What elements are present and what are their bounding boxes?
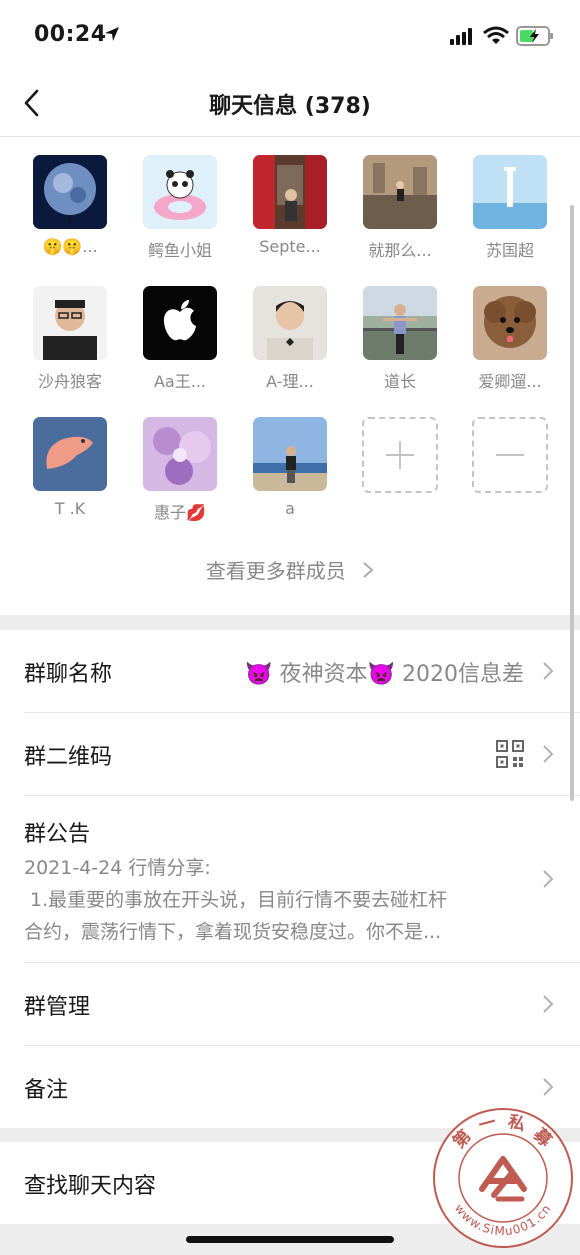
member-name: 鳄鱼小姐 [147, 241, 212, 260]
avatar [473, 286, 547, 360]
qrcode-label: 群二维码 [24, 745, 113, 770]
member-item[interactable]: 鳄鱼小姐 [135, 155, 225, 261]
member-name: 沙舟狼客 [37, 372, 102, 391]
group-manage-label: 群管理 [24, 995, 91, 1020]
announcement-text: 2021-4-24 行情分享: 1.最重要的事放在开头说，目前行情不要去碰杠杆 … [24, 852, 528, 948]
avatar [143, 286, 217, 360]
member-name: a [285, 499, 295, 518]
member-name: Aa王... [153, 372, 206, 391]
group-name-label: 群聊名称 [24, 662, 113, 687]
avatar [253, 155, 327, 229]
location-arrow-icon [105, 27, 119, 41]
member-item[interactable]: 爱卿遛... [465, 286, 555, 392]
avatar [253, 286, 327, 360]
member-name: Septe... [259, 237, 321, 256]
add-member-button[interactable] [355, 417, 445, 493]
avatar [143, 417, 217, 491]
member-name: 🤫🤫... [42, 237, 98, 256]
battery-charging-icon [516, 26, 553, 46]
member-item[interactable]: T .K [25, 417, 115, 518]
group-manage-row[interactable]: 群管理 [0, 963, 580, 1045]
watermark-seal: 第 一 私 募 www.SiMu001.cn [433, 1108, 573, 1248]
member-name: A-理... [266, 372, 314, 391]
member-item[interactable]: 道长 [355, 286, 445, 392]
member-item[interactable]: 惠子💋 [135, 417, 225, 523]
status-bar: 00:24 [0, 0, 580, 70]
member-item[interactable]: A-理... [245, 286, 335, 392]
qrcode-row[interactable]: 群二维码 [0, 713, 580, 795]
chevron-right-icon [543, 995, 554, 1013]
chevron-right-icon [543, 662, 554, 680]
announcement-line: 1.最重要的事放在开头说，目前行情不要去碰杠杆 [24, 889, 448, 911]
member-name: T .K [54, 499, 86, 518]
status-time: 00:24 [34, 22, 107, 47]
member-item[interactable]: 苏国超 [465, 155, 555, 261]
avatar [473, 155, 547, 229]
member-name: 道长 [383, 372, 416, 391]
avatar [363, 286, 437, 360]
announcement-row[interactable]: 群公告 2021-4-24 行情分享: 1.最重要的事放在开头说，目前行情不要去… [0, 796, 580, 961]
member-name: 爱卿遛... [478, 372, 542, 391]
member-item[interactable]: 🤫🤫... [25, 155, 115, 256]
announcement-line: 2021-4-24 行情分享: [24, 857, 211, 879]
member-name: 惠子💋 [154, 503, 206, 522]
wifi-icon [483, 26, 509, 44]
chevron-right-icon [543, 870, 554, 888]
remove-member-box [472, 417, 548, 493]
member-item[interactable]: 沙舟狼客 [25, 286, 115, 392]
chevron-right-icon [543, 745, 554, 763]
plus-icon [386, 441, 414, 469]
member-item[interactable]: Aa王... [135, 286, 225, 392]
avatar [363, 155, 437, 229]
member-item[interactable]: Septe... [245, 155, 335, 256]
member-item[interactable]: 就那么... [355, 155, 445, 261]
chevron-right-icon [363, 562, 374, 578]
minus-icon [496, 454, 524, 456]
group-name-row[interactable]: 群聊名称 👿 夜神资本👿 2020信息差 [0, 630, 580, 712]
avatar [33, 155, 107, 229]
scrollbar[interactable] [570, 205, 574, 801]
home-indicator[interactable] [186, 1236, 394, 1243]
member-grid: 🤫🤫... 鳄鱼小姐 Septe... 就那么... 苏国超 沙舟狼客 Aa王.… [0, 137, 580, 615]
group-name-value: 👿 夜神资本👿 2020信息差 [245, 662, 524, 687]
remove-member-button[interactable] [465, 417, 555, 493]
page-title: 聊天信息 (378) [209, 94, 371, 119]
qrcode-icon [496, 740, 524, 768]
search-chat-label: 查找聊天内容 [24, 1174, 157, 1199]
member-name: 就那么... [368, 241, 432, 260]
member-item[interactable]: a [245, 417, 335, 518]
member-name: 苏国超 [485, 241, 534, 260]
announcement-label: 群公告 [24, 822, 91, 847]
nav-bar: 聊天信息 (378) [0, 70, 580, 137]
avatar [253, 417, 327, 491]
settings-group: 群聊名称 👿 夜神资本👿 2020信息差 群二维码 群公告 2021-4-24 … [0, 630, 580, 1128]
view-more-label: 查看更多群成员 [205, 559, 346, 583]
add-member-box [362, 417, 438, 493]
remark-label: 备注 [24, 1078, 69, 1103]
chevron-right-icon [543, 1078, 554, 1096]
announcement-line: 合约，震荡行情下，拿着现货安稳度过。你不是... [24, 921, 442, 943]
avatar [143, 155, 217, 229]
avatar [33, 417, 107, 491]
signal-icon [450, 28, 472, 45]
view-more-members[interactable]: 查看更多群成员 [0, 555, 580, 584]
avatar [33, 286, 107, 360]
